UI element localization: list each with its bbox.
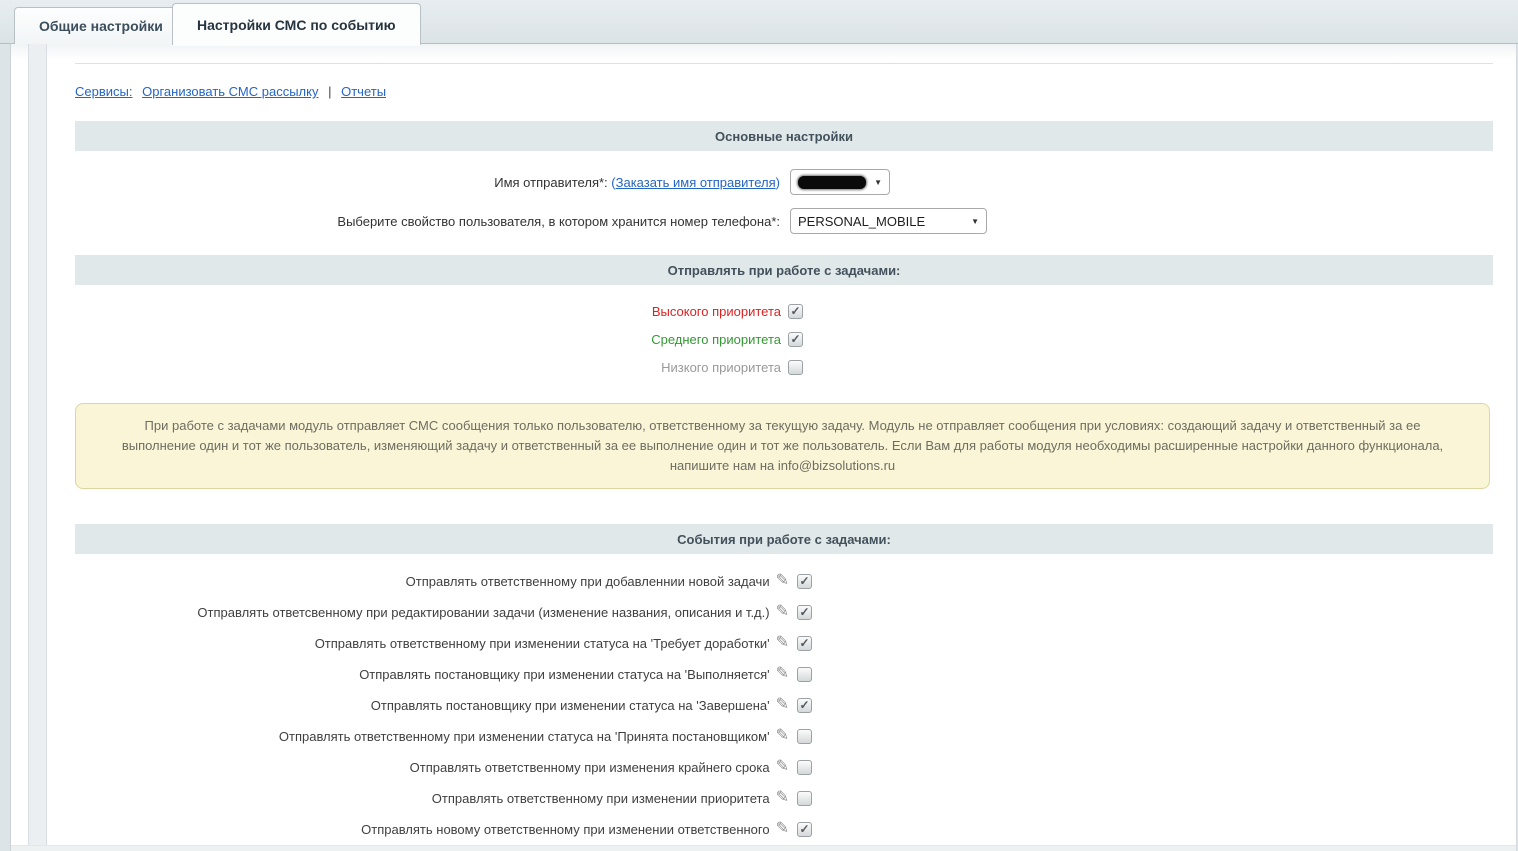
phone-property-label: Выберите свойство пользователя, в которо… [75,214,780,229]
phone-property-row: Выберите свойство пользователя, в которо… [75,207,1075,235]
event-row-responsible-change: Отправлять новому ответственному при изм… [75,819,812,839]
event-checkbox[interactable]: ✓ [797,605,812,620]
event-label: Отправлять новому ответственному при изм… [75,822,770,837]
event-checkbox[interactable]: ✓ [797,760,812,775]
event-label: Отправлять ответственному при изменения … [75,760,770,775]
settings-form: Сервисы: Организовать СМС рассылку | Отч… [75,0,1493,851]
edit-pencil-icon[interactable]: ✎ [776,666,789,682]
checkmark-icon: ✓ [799,575,809,588]
section-header-task-priority: Отправлять при работе с задачами: [75,255,1493,285]
redacted-sender-value [798,176,866,189]
event-row-edit-task: Отправлять ответсвенному при редактирова… [75,602,812,622]
event-checkbox[interactable]: ✓ [797,791,812,806]
top-divider [75,63,1493,64]
priority-low-checkbox[interactable]: ✓ [788,360,803,375]
event-label: Отправлять ответственному при изменении … [75,791,770,806]
order-sender-name-link[interactable]: Заказать имя отправителя [616,175,776,190]
priority-medium-label: Среднего приоритета [75,332,781,347]
event-checkbox[interactable]: ✓ [797,822,812,837]
priority-row-medium: Среднего приоритета ✓ [75,330,803,348]
event-label: Отправлять постановщику при изменении ст… [75,667,770,682]
dropdown-arrow-icon: ▼ [866,178,882,187]
checkmark-icon: ✓ [799,699,809,712]
event-row-status-completed: Отправлять постановщику при изменении ст… [75,695,812,715]
event-row-priority-change: Отправлять ответственному при изменении … [75,788,812,808]
edit-pencil-icon[interactable]: ✎ [776,728,789,744]
event-checkbox[interactable]: ✓ [797,574,812,589]
services-links: Сервисы: Организовать СМС рассылку | Отч… [75,84,392,99]
priority-row-high: Высокого приоритета ✓ [75,302,803,320]
reports-link[interactable]: Отчеты [341,84,386,99]
event-row-new-task: Отправлять ответственному при добавленни… [75,571,812,591]
priority-row-low: Низкого приоритета ✓ [75,358,803,376]
priority-low-label: Низкого приоритета [75,360,781,375]
edit-pencil-icon[interactable]: ✎ [776,697,789,713]
event-label: Отправлять ответственному при изменении … [75,729,770,744]
priority-high-label: Высокого приоритета [75,304,781,319]
dropdown-arrow-icon: ▼ [963,217,979,226]
priority-high-checkbox[interactable]: ✓ [788,304,803,319]
event-label: Отправлять постановщику при изменении ст… [75,698,770,713]
phone-property-value: PERSONAL_MOBILE [798,214,925,229]
tab-sms-event-settings[interactable]: Настройки СМС по событию [172,3,421,45]
event-label: Отправлять ответственному при изменении … [75,636,770,651]
edit-pencil-icon[interactable]: ✎ [776,790,789,806]
event-checkbox[interactable]: ✓ [797,729,812,744]
edit-pencil-icon[interactable]: ✎ [776,573,789,589]
checkmark-icon: ✓ [799,606,809,619]
event-row-status-rework: Отправлять ответственному при изменении … [75,633,812,653]
links-separator: | [328,84,331,99]
sender-name-label-text: Имя отправителя*: [494,175,607,190]
sender-name-row: Имя отправителя*: (Заказать имя отправит… [75,168,1075,196]
section-header-main-settings: Основные настройки [75,121,1493,151]
edit-pencil-icon[interactable]: ✎ [776,604,789,620]
section-header-task-events: События при работе с задачами: [75,524,1493,554]
event-row-deadline-change: Отправлять ответственному при изменения … [75,757,812,777]
event-row-status-inprogress: Отправлять постановщику при изменении ст… [75,664,812,684]
paren-close: ) [776,175,780,190]
event-checkbox[interactable]: ✓ [797,667,812,682]
sender-name-select[interactable]: ▼ [790,169,890,195]
event-checkbox[interactable]: ✓ [797,698,812,713]
priority-medium-checkbox[interactable]: ✓ [788,332,803,347]
checkmark-icon: ✓ [799,637,809,650]
services-link[interactable]: Сервисы: [75,84,132,99]
checkmark-icon: ✓ [799,823,809,836]
edit-pencil-icon[interactable]: ✎ [776,759,789,775]
checkmark-icon: ✓ [790,333,800,346]
phone-property-select[interactable]: PERSONAL_MOBILE ▼ [790,208,987,234]
checkmark-icon: ✓ [790,305,800,318]
event-row-status-accepted: Отправлять ответственному при изменении … [75,726,812,746]
edit-pencil-icon[interactable]: ✎ [776,635,789,651]
left-gutter-strip [28,44,47,851]
event-label: Отправлять ответсвенному при редактирова… [75,605,770,620]
module-info-notice: При работе с задачами модуль отправляет … [75,403,1490,489]
event-label: Отправлять ответственному при добавленни… [75,574,770,589]
edit-pencil-icon[interactable]: ✎ [776,821,789,837]
organize-sms-broadcast-link[interactable]: Организовать СМС рассылку [142,84,318,99]
sender-name-label: Имя отправителя*: (Заказать имя отправит… [75,175,780,190]
event-checkbox[interactable]: ✓ [797,636,812,651]
